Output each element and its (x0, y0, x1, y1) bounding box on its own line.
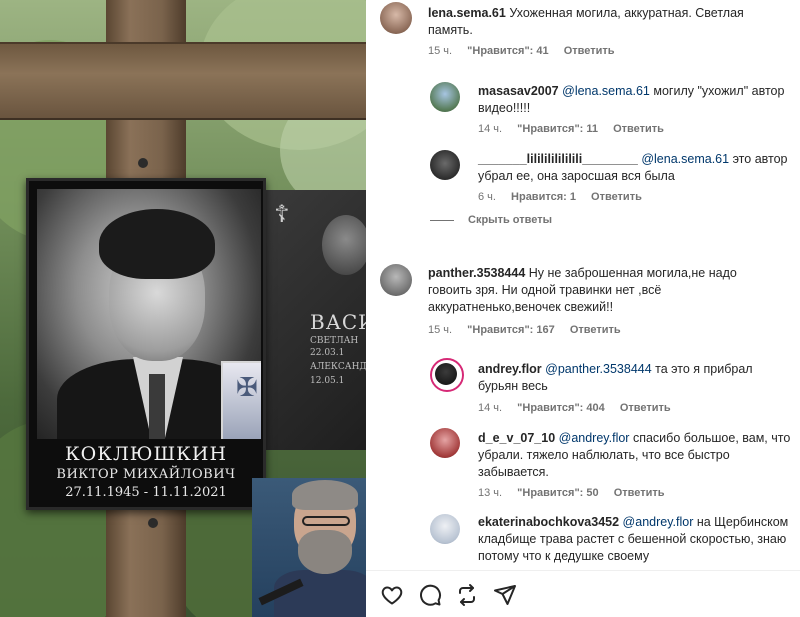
memorial-portrait: ✠ (37, 189, 261, 439)
avatar[interactable] (380, 2, 412, 34)
stone-text: СВЕТЛАН (310, 336, 359, 346)
reply-mention[interactable]: @panther.3538444 (545, 362, 652, 376)
reply-likes[interactable]: "Нравится": 50 (517, 487, 598, 499)
hide-replies-button[interactable]: Скрыть ответы (430, 214, 552, 226)
reply-meta: 13 ч. "Нравится": 50 Ответить (478, 487, 677, 499)
memorial-plaque: ✠ КОКЛЮШКИН ВИКТОР МИХАЙЛОВИЧ 27.11.1945… (26, 178, 266, 510)
reply-mention[interactable]: @andrey.flor (559, 431, 630, 445)
plaque-surname: КОКЛЮШКИН (64, 443, 228, 465)
reply-meta: 14 ч. "Нравится": 404 Ответить (478, 402, 683, 414)
orthodox-cross-icon: ☦ (274, 200, 290, 228)
repost-icon[interactable] (455, 583, 479, 607)
reply-username[interactable]: ekaterinabochkova3452 (478, 515, 619, 529)
reply-username[interactable]: _______lililililililili________ (478, 152, 638, 166)
reply-likes[interactable]: "Нравится": 404 (517, 402, 605, 414)
reply-button[interactable]: Ответить (614, 487, 665, 499)
reply-mention[interactable]: @lena.sema.61 (641, 152, 729, 166)
divider-dash (430, 219, 454, 221)
comment-icon[interactable] (418, 583, 442, 607)
stone-text: АЛЕКСАНД (310, 362, 366, 372)
comment-meta: 15 ч. "Нравится": 167 Ответить (428, 324, 633, 336)
reply-button[interactable]: Ответить (620, 402, 671, 414)
comment-time[interactable]: 15 ч. (428, 324, 452, 336)
reply-likes[interactable]: Нравится: 1 (511, 191, 576, 203)
stone-portrait (322, 215, 366, 275)
comment-username[interactable]: lena.sema.61 (428, 6, 506, 20)
reply-body: masasav2007 @lena.sema.61 могилу "ухожил… (478, 83, 788, 117)
reply-time[interactable]: 13 ч. (478, 487, 502, 499)
comment-time[interactable]: 15 ч. (428, 45, 452, 57)
reply-mention[interactable]: @andrey.flor (623, 515, 694, 529)
overlay-speaker-video[interactable] (252, 478, 366, 617)
avatar[interactable] (430, 514, 460, 544)
comment-meta: 15 ч. "Нравится": 41 Ответить (428, 45, 627, 57)
heart-icon[interactable] (380, 583, 404, 607)
avatar[interactable] (430, 428, 460, 458)
reply-time[interactable]: 14 ч. (478, 402, 502, 414)
reply-button[interactable]: Ответить (613, 123, 664, 135)
nail (138, 158, 148, 168)
stone-text: 22.03.1 (310, 348, 345, 358)
reply-meta: 14 ч. "Нравится": 11 Ответить (478, 123, 676, 135)
religious-icon: ✠ (221, 361, 261, 439)
plaque-dates: 27.11.1945 - 11.11.2021 (65, 485, 227, 500)
wooden-cross-beam (0, 42, 366, 120)
reply-body: _______lililililililili________ @lena.se… (478, 151, 788, 185)
stone-text: 12.05.1 (310, 376, 345, 386)
reply-time[interactable]: 6 ч. (478, 191, 496, 203)
comment-body: lena.sema.61 Ухоженная могила, аккуратна… (428, 5, 780, 39)
background-gravestone: ☦ ВАСИ СВЕТЛАН 22.03.1 АЛЕКСАНД 12.05.1 (262, 190, 366, 450)
comment-likes[interactable]: "Нравится": 41 (467, 45, 548, 57)
reply-body: andrey.flor @panther.3538444 та это я пр… (478, 361, 788, 395)
reply-button[interactable]: Ответить (591, 191, 642, 203)
post-action-bar (366, 570, 800, 617)
nail (148, 518, 158, 528)
reply-username[interactable]: d_e_v_07_10 (478, 431, 555, 445)
avatar[interactable] (380, 264, 412, 296)
stone-name: ВАСИ (310, 310, 366, 334)
reply-username[interactable]: andrey.flor (478, 362, 542, 376)
avatar[interactable] (430, 358, 464, 392)
plaque-given-names: ВИКТОР МИХАЙЛОВИЧ (56, 467, 236, 482)
avatar[interactable] (430, 82, 460, 112)
reply-username[interactable]: masasav2007 (478, 84, 559, 98)
reply-likes[interactable]: "Нравится": 11 (517, 123, 598, 135)
comment-username[interactable]: panther.3538444 (428, 266, 525, 280)
comment-likes[interactable]: "Нравится": 167 (467, 324, 555, 336)
reply-body: d_e_v_07_10 @andrey.flor спасибо большое… (478, 430, 794, 481)
reply-button[interactable]: Ответить (570, 324, 621, 336)
reply-body: ekaterinabochkova3452 @andrey.flor на Ще… (478, 514, 790, 565)
comment-body: panther.3538444 Ну не заброшенная могила… (428, 265, 780, 316)
reply-meta: 6 ч. Нравится: 1 Ответить (478, 191, 654, 203)
post-photo: ☦ ВАСИ СВЕТЛАН 22.03.1 АЛЕКСАНД 12.05.1 … (0, 0, 366, 617)
comments-panel[interactable]: lena.sema.61 Ухоженная могила, аккуратна… (366, 0, 800, 570)
reply-mention[interactable]: @lena.sema.61 (562, 84, 650, 98)
send-icon[interactable] (493, 583, 517, 607)
avatar[interactable] (430, 150, 460, 180)
reply-button[interactable]: Ответить (564, 45, 615, 57)
reply-time[interactable]: 14 ч. (478, 123, 502, 135)
